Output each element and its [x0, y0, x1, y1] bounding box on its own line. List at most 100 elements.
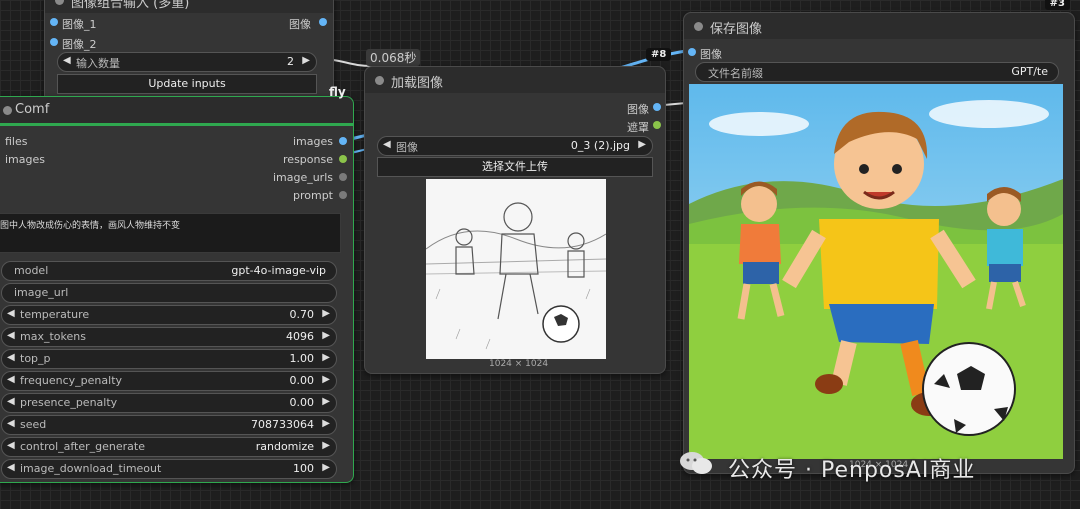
input-label-files: files — [5, 135, 28, 148]
load-image-node[interactable]: 加载图像 图像 遮罩 ◀ 图像 0_3 (2).jpg ▶ 选择文件上传 102… — [364, 66, 666, 374]
output-label-mask: 遮罩 — [627, 121, 649, 134]
decrement-icon[interactable]: ◀ — [7, 462, 15, 473]
input-pin-image[interactable] — [688, 48, 696, 56]
input-count-widget[interactable]: ◀ 输入数量 2 ▶ — [57, 52, 317, 72]
input-count-label: 输入数量 — [76, 57, 120, 70]
seed-value: 708733064 — [251, 418, 314, 431]
frequency-penalty-label: frequency_penalty — [20, 374, 123, 387]
collapse-dot-save[interactable] — [694, 22, 703, 31]
increment-icon[interactable]: ▶ — [322, 330, 330, 341]
output-pin-image[interactable] — [319, 18, 327, 26]
output-label-image: 图像 — [627, 103, 649, 116]
control-after-generate-value: randomize — [255, 440, 314, 453]
increment-icon[interactable]: ▶ — [322, 352, 330, 363]
decrement-icon[interactable]: ◀ — [7, 308, 15, 319]
wechat-icon — [678, 450, 714, 476]
input-label-image: 图像 — [700, 48, 722, 61]
image-download-timeout-widget[interactable]: ◀ image_download_timeout 100 ▶ — [1, 459, 337, 479]
max-tokens-value: 4096 — [286, 330, 314, 343]
decrement-icon[interactable]: ◀ — [7, 396, 15, 407]
input-pin-image-2[interactable] — [50, 38, 58, 46]
model-widget[interactable]: model gpt-4o-image-vip — [1, 261, 337, 281]
filename-prefix-widget[interactable]: 文件名前缀 GPT/te — [695, 62, 1059, 82]
load-image-title[interactable]: 加载图像 — [365, 67, 665, 93]
watermark-text: 公众号 · PenposAI商业 — [728, 458, 976, 483]
collapse-dot[interactable] — [55, 0, 64, 5]
increment-icon[interactable]: ▶ — [322, 396, 330, 407]
node-id-badge: #3 — [1044, 0, 1070, 10]
output-pin-mask[interactable] — [653, 121, 661, 129]
control-after-generate-widget[interactable]: ◀ control_after_generate randomize ▶ — [1, 437, 337, 457]
presence-penalty-value: 0.00 — [289, 396, 315, 409]
comfly-title-text: Comf — [15, 102, 50, 117]
input-label-images: images — [5, 153, 45, 166]
top-p-widget[interactable]: ◀ top_p 1.00 ▶ — [1, 349, 337, 369]
image-batch-title[interactable]: 图像组合输入 (多重) — [45, 0, 333, 13]
presence-penalty-widget[interactable]: ◀ presence_penalty 0.00 ▶ — [1, 393, 337, 413]
generated-image-preview — [689, 84, 1063, 459]
model-label: model — [14, 264, 49, 277]
save-image-title[interactable]: 保存图像 — [684, 13, 1074, 39]
load-image-title-text: 加载图像 — [391, 76, 444, 91]
output-pin-response[interactable] — [339, 155, 347, 163]
input-pin-image-1[interactable] — [50, 18, 58, 26]
output-pin-images[interactable] — [339, 137, 347, 145]
comfly-gpt-node[interactable]: Comf fly files images images response im… — [0, 85, 354, 483]
increment-icon[interactable]: ▶ — [302, 55, 310, 66]
temperature-label: temperature — [20, 308, 90, 321]
seed-widget[interactable]: ◀ seed 708733064 ▶ — [1, 415, 337, 435]
decrement-icon[interactable]: ◀ — [383, 139, 391, 150]
output-label-image: 图像 — [289, 18, 311, 31]
output-label-image-urls: image_urls — [272, 171, 333, 184]
decrement-icon[interactable]: ◀ — [7, 440, 15, 451]
decrement-icon[interactable]: ◀ — [7, 374, 15, 385]
model-value: gpt-4o-image-vip — [231, 264, 326, 277]
increment-icon[interactable]: ▶ — [322, 440, 330, 451]
increment-icon[interactable]: ▶ — [322, 308, 330, 319]
increment-icon[interactable]: ▶ — [322, 418, 330, 429]
temperature-widget[interactable]: ◀ temperature 0.70 ▶ — [1, 305, 337, 325]
increment-icon[interactable]: ▶ — [638, 139, 646, 150]
input-label-image-2: 图像_2 — [62, 38, 97, 51]
image-url-widget[interactable]: image_url — [1, 283, 337, 303]
output-label-response: response — [283, 153, 333, 166]
collapse-dot-comfly[interactable] — [3, 106, 12, 115]
output-label-images: images — [293, 135, 333, 148]
decrement-icon[interactable]: ◀ — [7, 352, 15, 363]
image-size-caption: 1024 × 1024 — [489, 359, 549, 369]
image-file-label: 图像 — [396, 141, 418, 154]
decrement-icon[interactable]: ◀ — [7, 418, 15, 429]
execution-time-label: 0.068秒 — [366, 49, 421, 66]
image-download-timeout-label: image_download_timeout — [20, 462, 162, 475]
increment-icon[interactable]: ▶ — [322, 462, 330, 473]
top-p-value: 1.00 — [289, 352, 315, 365]
image-file-value: 0_3 (2).jpg — [570, 139, 630, 152]
top-p-label: top_p — [20, 352, 51, 365]
output-pin-image-urls[interactable] — [339, 173, 347, 181]
presence-penalty-label: presence_penalty — [20, 396, 118, 409]
input-label-image-1: 图像_1 — [62, 18, 97, 31]
sketch-preview-image — [426, 179, 606, 359]
prompt-textarea[interactable]: 图中人物改成伤心的表情，画风人物维持不变 — [0, 213, 341, 253]
temperature-value: 0.70 — [289, 308, 315, 321]
output-pin-image[interactable] — [653, 103, 661, 111]
save-image-title-text: 保存图像 — [710, 22, 763, 37]
save-image-node[interactable]: 保存图像 #3 图像 文件名前缀 GPT/te 1024 × 1024 — [683, 0, 1075, 474]
decrement-icon[interactable]: ◀ — [7, 330, 15, 341]
seed-label: seed — [20, 418, 47, 431]
frequency-penalty-widget[interactable]: ◀ frequency_penalty 0.00 ▶ — [1, 371, 337, 391]
collapse-dot-load[interactable] — [375, 76, 384, 85]
comfly-title[interactable]: Comf — [0, 97, 353, 126]
control-after-generate-label: control_after_generate — [20, 440, 145, 453]
upload-file-button[interactable]: 选择文件上传 — [377, 157, 653, 177]
comfly-title-suffix: fly — [329, 85, 346, 99]
image-url-label: image_url — [14, 286, 69, 299]
link-id-badge: #8 — [646, 48, 672, 61]
decrement-icon[interactable]: ◀ — [63, 55, 71, 66]
output-pin-prompt[interactable] — [339, 191, 347, 199]
max-tokens-widget[interactable]: ◀ max_tokens 4096 ▶ — [1, 327, 337, 347]
image-file-widget[interactable]: ◀ 图像 0_3 (2).jpg ▶ — [377, 136, 653, 156]
increment-icon[interactable]: ▶ — [322, 374, 330, 385]
update-inputs-button[interactable]: Update inputs — [57, 74, 317, 94]
input-count-value: 2 — [287, 55, 294, 68]
